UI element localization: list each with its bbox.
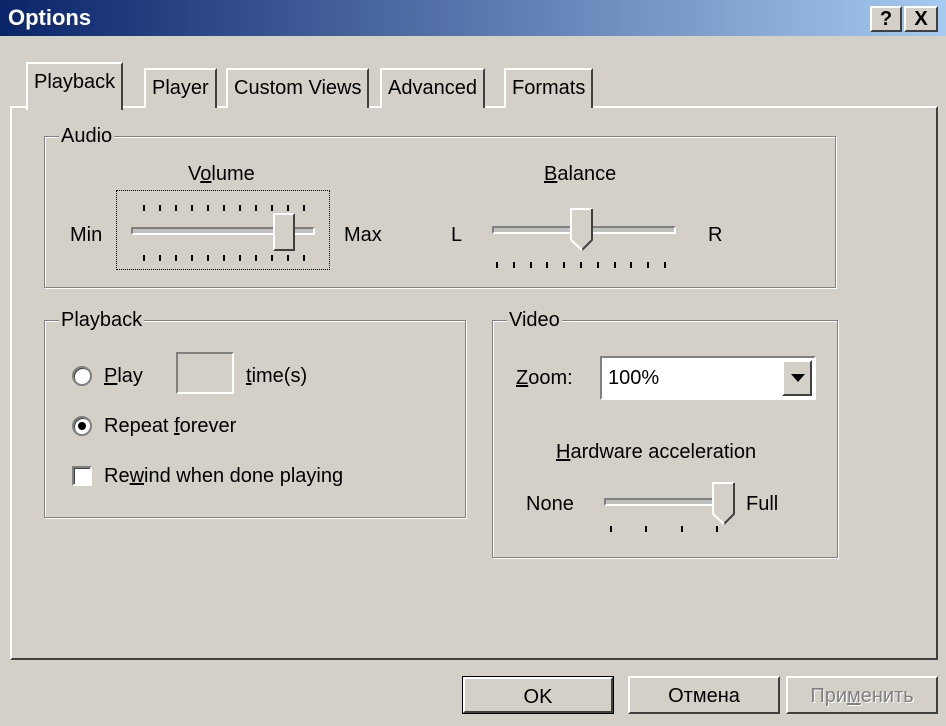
tick-mark xyxy=(303,255,305,261)
tick-mark xyxy=(159,255,161,261)
volume-slider[interactable] xyxy=(116,190,330,270)
tick-mark xyxy=(175,205,177,211)
tick-mark xyxy=(645,526,648,532)
play-label[interactable]: Play xyxy=(104,364,143,388)
zoom-value: 100% xyxy=(608,367,660,389)
tick-mark xyxy=(580,262,582,268)
volume-thumb[interactable] xyxy=(273,213,295,251)
hw-thumb[interactable] xyxy=(712,482,736,526)
balance-thumb[interactable] xyxy=(570,208,594,252)
tab-label: Advanced xyxy=(388,77,477,99)
tick-mark xyxy=(271,255,273,261)
tick-mark xyxy=(271,205,273,211)
tab-label: Custom Views xyxy=(234,77,362,99)
tick-mark xyxy=(596,262,599,268)
tick-mark xyxy=(680,526,683,532)
volume-max-label: Max xyxy=(344,224,382,246)
audio-group-label: Audio xyxy=(59,124,115,148)
tick-mark xyxy=(496,262,498,268)
window-title: Options xyxy=(8,5,92,30)
tick-mark xyxy=(239,205,241,211)
cancel-button[interactable]: Отмена xyxy=(628,676,780,714)
hw-full-label: Full xyxy=(746,493,779,515)
tab-advanced[interactable]: Advanced xyxy=(380,68,485,108)
zoom-label: Zoom: xyxy=(516,367,573,389)
balance-slider[interactable] xyxy=(484,196,680,276)
tab-formats[interactable]: Formats xyxy=(504,68,594,108)
balance-left-label: L xyxy=(451,224,463,246)
tick-mark xyxy=(239,255,241,261)
hw-none-label: None xyxy=(526,493,574,515)
video-group-label: Video xyxy=(507,308,562,332)
tick-mark xyxy=(647,262,650,268)
volume-label: Volume xyxy=(188,163,255,185)
zoom-dropdown-button[interactable] xyxy=(782,360,812,396)
tick-mark xyxy=(664,262,666,268)
tick-mark xyxy=(223,205,225,211)
close-button[interactable]: X xyxy=(904,6,938,32)
tab-label: Formats xyxy=(512,77,586,99)
balance-right-label: R xyxy=(708,224,723,246)
tick-mark xyxy=(303,205,305,211)
ok-button[interactable]: OK xyxy=(462,676,614,714)
tab-playback[interactable]: Playback xyxy=(26,62,124,110)
tick-mark xyxy=(610,526,612,532)
chevron-down-icon xyxy=(791,374,805,382)
hardware-acceleration-label: Hardware acceleration xyxy=(556,441,757,463)
repeat-forever-label[interactable]: Repeat forever xyxy=(104,414,236,438)
play-times-input[interactable] xyxy=(176,352,234,394)
times-label: time(s) xyxy=(246,365,308,387)
tick-mark xyxy=(191,255,193,261)
tick-mark xyxy=(143,205,145,211)
tick-mark xyxy=(255,205,257,211)
tick-mark xyxy=(191,205,193,211)
radio-dot xyxy=(78,422,86,430)
tick-mark xyxy=(223,255,225,261)
apply-button[interactable]: Применить xyxy=(786,676,938,714)
tick-mark xyxy=(529,262,532,268)
tab-label: Playback xyxy=(34,71,116,93)
rewind-label[interactable]: Rewind when done playing xyxy=(104,464,343,488)
tick-mark xyxy=(287,205,289,211)
tick-mark xyxy=(143,255,145,261)
tick-mark xyxy=(716,526,718,532)
tab-player[interactable]: Player xyxy=(144,68,217,108)
tab-custom-views[interactable]: Custom Views xyxy=(226,68,370,108)
hardware-acceleration-slider[interactable] xyxy=(596,478,736,548)
tick-mark xyxy=(563,262,566,268)
play-radio[interactable] xyxy=(72,366,92,386)
tick-mark xyxy=(630,262,633,268)
tick-mark xyxy=(175,255,177,261)
help-button[interactable]: ? xyxy=(870,6,902,32)
tick-mark xyxy=(207,255,209,261)
balance-label: Balance xyxy=(544,163,617,185)
title-bar[interactable]: Options ? X xyxy=(0,0,946,36)
tick-mark xyxy=(287,255,289,261)
tick-mark xyxy=(207,205,209,211)
tick-mark xyxy=(255,255,257,261)
tick-mark xyxy=(159,205,161,211)
repeat-forever-radio[interactable] xyxy=(72,416,92,436)
tick-mark xyxy=(512,262,515,268)
rewind-checkbox[interactable] xyxy=(72,466,92,486)
playback-group-label: Playback xyxy=(59,308,145,332)
volume-min-label: Min xyxy=(70,224,103,246)
help-icon: ? xyxy=(879,8,893,30)
hw-track xyxy=(604,498,728,506)
zoom-dropdown[interactable]: 100% xyxy=(600,356,816,400)
tick-mark xyxy=(546,262,549,268)
tick-mark xyxy=(613,262,616,268)
tab-label: Player xyxy=(152,77,209,99)
close-icon: X xyxy=(914,8,928,30)
